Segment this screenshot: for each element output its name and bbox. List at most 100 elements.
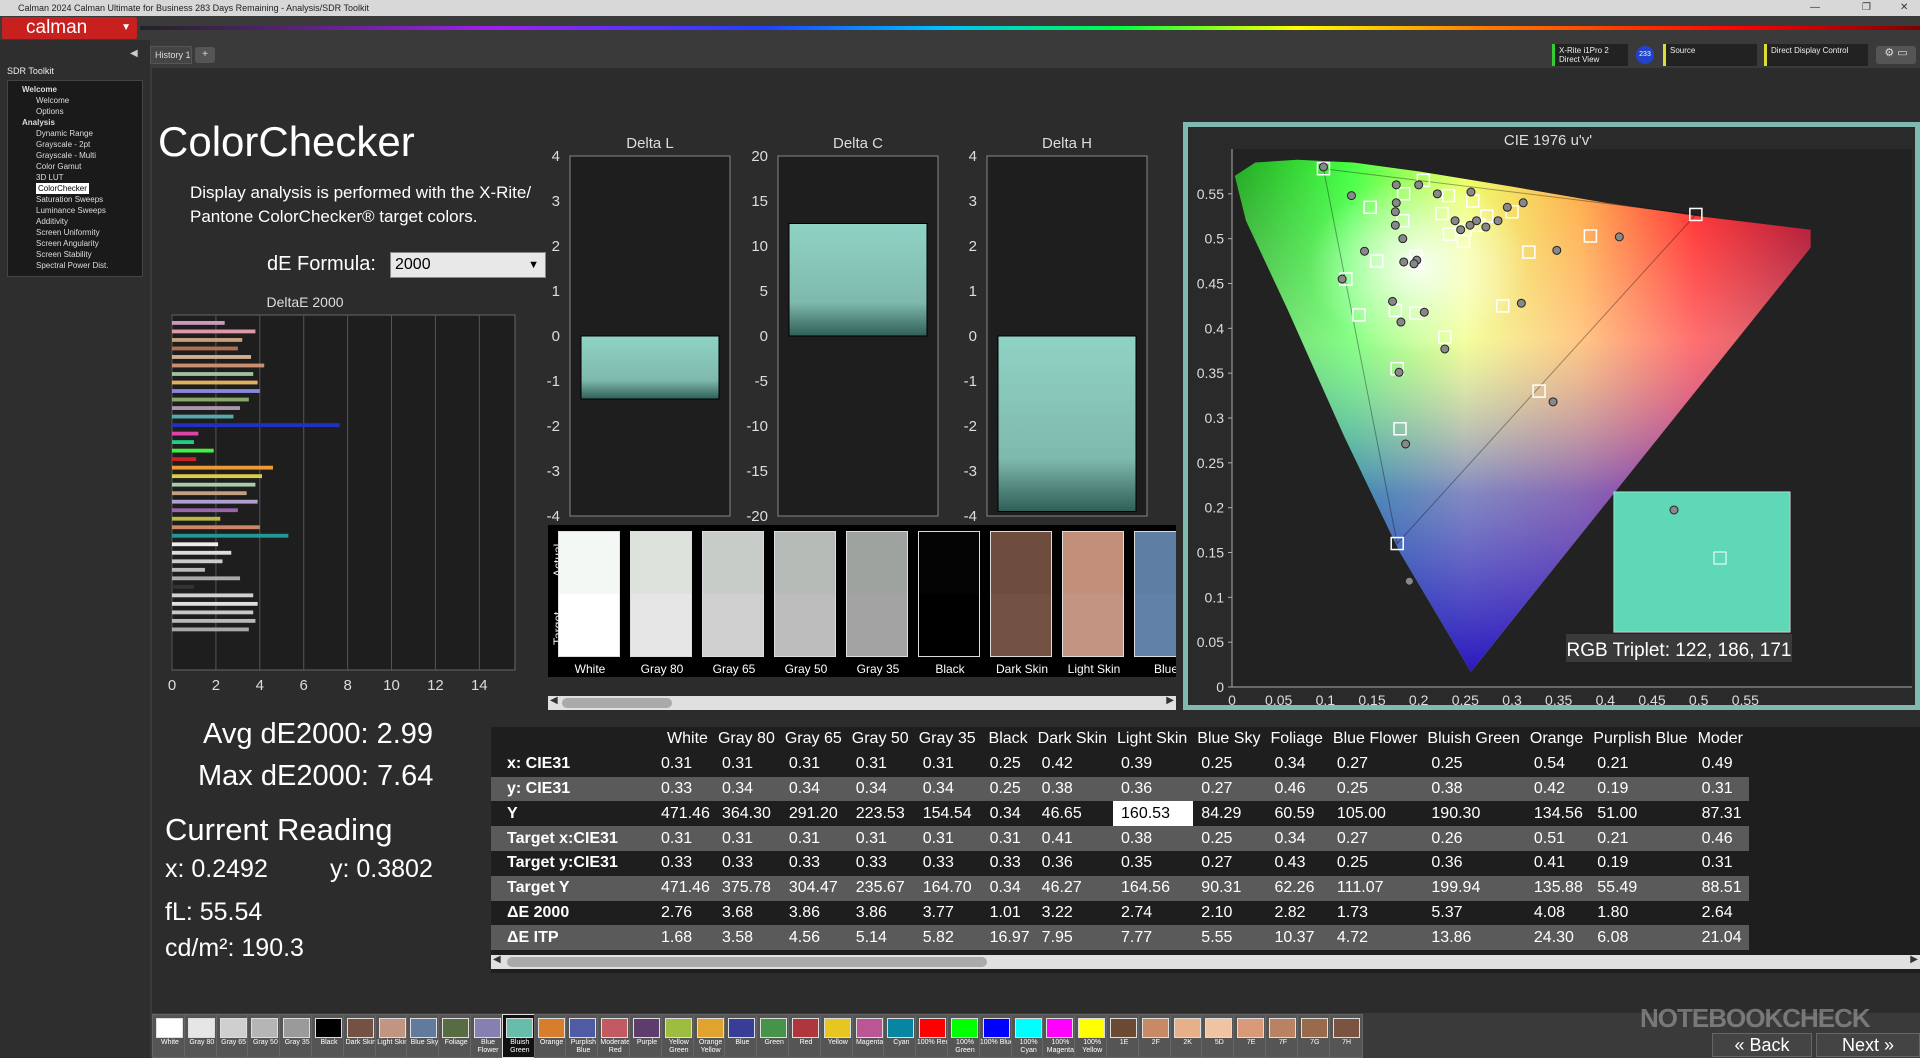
table-cell[interactable]: 10.37 — [1266, 925, 1329, 951]
table-cell[interactable]: 0.25 — [981, 776, 1034, 802]
bottom-swatch[interactable]: 100% Green — [947, 1014, 981, 1058]
table-cell[interactable]: 5.14 — [847, 925, 915, 951]
table-cell[interactable]: 0.33 — [915, 851, 982, 876]
bottom-swatch[interactable]: Moderate Red — [597, 1014, 632, 1058]
bottom-swatch[interactable]: 100% Blue — [978, 1014, 1014, 1058]
table-cell[interactable]: 3.68 — [714, 901, 781, 926]
maximize-icon[interactable]: ❐ — [1862, 0, 1871, 16]
table-cell[interactable]: 0.46 — [1693, 826, 1749, 851]
bottom-swatch[interactable]: 100% Red — [915, 1014, 950, 1058]
bottom-swatch[interactable]: Gray 35 — [279, 1014, 314, 1058]
table-cell[interactable]: 164.70 — [914, 875, 982, 901]
swatch-gray-65[interactable]: Gray 65 — [702, 531, 764, 676]
table-cell[interactable]: 291.20 — [781, 801, 848, 826]
table-cell[interactable]: 7.95 — [1033, 925, 1114, 951]
table-cell[interactable]: 0.27 — [1329, 752, 1423, 777]
bottom-swatch[interactable]: Black — [311, 1014, 345, 1058]
sidebar-item[interactable]: Screen Stability — [12, 249, 138, 260]
column-header[interactable]: White — [653, 727, 714, 752]
table-cell[interactable]: 364.30 — [714, 801, 781, 826]
bottom-swatch[interactable]: Cyan — [883, 1014, 918, 1058]
table-cell[interactable]: 5.37 — [1423, 901, 1526, 926]
meter-selector[interactable]: X-Rite i1Pro 2 Direct View — [1552, 44, 1628, 66]
table-cell[interactable]: 0.34 — [713, 776, 781, 802]
collapse-panel-icon[interactable]: ◀ — [130, 48, 138, 59]
table-cell[interactable]: 0.25 — [1423, 752, 1526, 777]
column-header[interactable]: Gray 50 — [848, 727, 915, 752]
bottom-swatch[interactable]: Orange — [533, 1014, 568, 1058]
table-cell[interactable]: 0.19 — [1589, 776, 1694, 802]
bottom-swatch[interactable]: 7E — [1233, 1014, 1268, 1058]
table-cell[interactable]: 0.31 — [915, 752, 982, 777]
swatch-black[interactable]: Black — [918, 531, 980, 676]
table-cell[interactable]: 3.58 — [713, 925, 781, 951]
table-scrollbar[interactable]: ◀ ▶ — [491, 954, 1920, 969]
table-cell[interactable]: 0.34 — [981, 875, 1034, 901]
table-cell[interactable]: 2.76 — [653, 901, 714, 926]
table-cell[interactable]: 46.27 — [1033, 875, 1114, 901]
table-cell[interactable]: 1.80 — [1589, 901, 1693, 926]
bottom-swatch[interactable]: 100% Yellow — [1074, 1014, 1109, 1058]
back-button[interactable]: « Back — [1712, 1033, 1812, 1057]
table-cell[interactable]: 0.31 — [981, 826, 1034, 851]
table-cell[interactable]: 3.77 — [915, 901, 982, 926]
table-cell[interactable]: 0.21 — [1589, 826, 1694, 851]
table-cell[interactable]: 0.54 — [1526, 752, 1589, 777]
table-cell[interactable]: 2.64 — [1694, 901, 1749, 926]
table-cell[interactable]: 0.31 — [848, 752, 915, 777]
table-cell[interactable]: 5.82 — [914, 925, 982, 951]
column-header[interactable]: Blue Sky — [1193, 727, 1266, 752]
table-cell[interactable]: 0.36 — [1423, 851, 1526, 876]
sidebar-item[interactable]: Additivity — [12, 216, 138, 227]
table-cell[interactable]: 16.97 — [981, 925, 1034, 951]
sidebar-item[interactable]: Saturation Sweeps — [12, 194, 138, 205]
table-cell[interactable]: 0.31 — [653, 752, 714, 777]
bottom-swatch[interactable]: 1E — [1106, 1014, 1140, 1058]
sidebar-item[interactable]: Welcome — [12, 95, 138, 106]
table-cell[interactable]: 160.53 — [1113, 801, 1194, 827]
table-cell[interactable]: 0.38 — [1033, 776, 1114, 802]
table-cell[interactable]: 304.47 — [780, 875, 848, 901]
table-cell[interactable]: 0.34 — [847, 776, 915, 802]
sidebar-item[interactable]: Spectral Power Dist. — [12, 260, 138, 271]
table-cell[interactable]: 55.49 — [1589, 875, 1694, 901]
table-cell[interactable]: 1.01 — [982, 901, 1034, 926]
table-cell[interactable]: 0.31 — [914, 826, 982, 851]
column-header[interactable]: Bluish Green — [1423, 727, 1526, 752]
column-header[interactable]: Blue Flower — [1329, 727, 1423, 752]
table-cell[interactable]: 0.38 — [1423, 776, 1526, 802]
sidebar-item[interactable]: Dynamic Range — [12, 128, 138, 139]
swatch-scrollbar[interactable]: ◀ ▶ — [548, 695, 1176, 710]
table-cell[interactable]: 87.31 — [1694, 801, 1749, 826]
table-cell[interactable]: 0.31 — [653, 826, 714, 851]
bottom-swatch[interactable]: Gray 50 — [247, 1014, 282, 1058]
table-cell[interactable]: 199.94 — [1423, 875, 1526, 901]
bottom-swatch[interactable]: Light Skin — [374, 1014, 409, 1058]
bottom-swatch[interactable]: 7G — [1296, 1014, 1331, 1058]
table-cell[interactable]: 0.41 — [1526, 851, 1589, 876]
table-cell[interactable]: 0.31 — [847, 826, 915, 851]
scrollbar-thumb[interactable] — [507, 957, 987, 967]
table-cell[interactable]: 135.88 — [1525, 875, 1590, 901]
calman-logo-menu[interactable]: calman ▼ — [2, 17, 137, 39]
table-cell[interactable]: 471.46 — [653, 801, 714, 826]
sidebar-item[interactable]: Grayscale - Multi — [12, 150, 138, 161]
table-cell[interactable]: 0.27 — [1193, 776, 1267, 802]
bottom-swatch[interactable]: 5D — [1201, 1014, 1236, 1058]
next-button[interactable]: Next » — [1816, 1033, 1920, 1057]
table-cell[interactable]: 0.25 — [982, 752, 1034, 777]
table-cell[interactable]: 223.53 — [848, 801, 915, 826]
table-cell[interactable]: 62.26 — [1266, 875, 1329, 901]
table-cell[interactable]: 0.35 — [1113, 851, 1193, 876]
table-cell[interactable]: 13.86 — [1423, 925, 1526, 951]
swatch-gray-35[interactable]: Gray 35 — [846, 531, 908, 676]
table-cell[interactable]: 0.25 — [1329, 851, 1423, 876]
table-cell[interactable]: 0.26 — [1423, 826, 1526, 851]
sidebar-item[interactable]: Screen Uniformity — [12, 227, 138, 238]
bottom-swatch[interactable]: 7F — [1265, 1014, 1299, 1058]
bottom-swatch[interactable]: Foliage — [438, 1014, 473, 1058]
table-cell[interactable]: 0.25 — [1193, 752, 1266, 777]
bottom-swatch[interactable]: Blue Flower — [470, 1014, 504, 1058]
bottom-swatch[interactable]: 100% Magenta — [1042, 1014, 1077, 1058]
bottom-swatch[interactable]: Purplish Blue — [565, 1014, 600, 1058]
